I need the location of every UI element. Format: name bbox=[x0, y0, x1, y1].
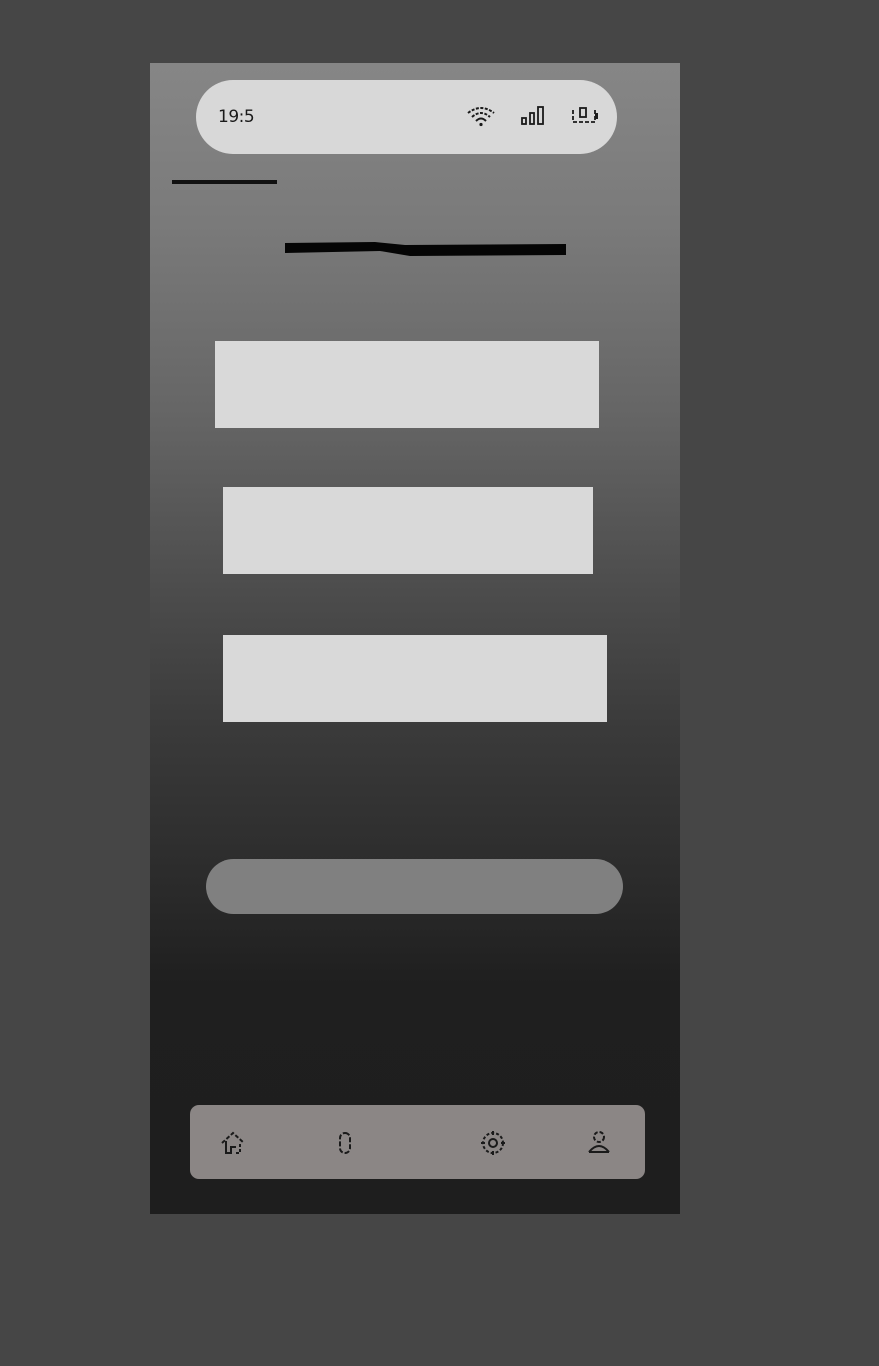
content-card-3[interactable] bbox=[223, 635, 607, 722]
header-accent-line bbox=[172, 180, 277, 184]
profile-icon[interactable] bbox=[584, 1128, 614, 1158]
battery-icon bbox=[570, 104, 600, 128]
status-time: 19:5 bbox=[218, 107, 255, 127]
page-background: 19:5 bbox=[0, 0, 879, 1366]
primary-action-button[interactable] bbox=[206, 859, 623, 914]
signal-icon bbox=[520, 104, 548, 128]
gear-icon[interactable] bbox=[478, 1128, 508, 1158]
content-card-2[interactable] bbox=[223, 487, 593, 574]
page-title-placeholder bbox=[285, 242, 566, 256]
search-icon[interactable] bbox=[330, 1128, 360, 1158]
home-icon[interactable] bbox=[218, 1128, 248, 1158]
status-bar: 19:5 bbox=[196, 80, 617, 154]
bottom-navigation-bar bbox=[190, 1105, 645, 1179]
wifi-icon bbox=[465, 104, 497, 128]
phone-screen: 19:5 bbox=[150, 63, 680, 1214]
content-card-1[interactable] bbox=[215, 341, 599, 428]
